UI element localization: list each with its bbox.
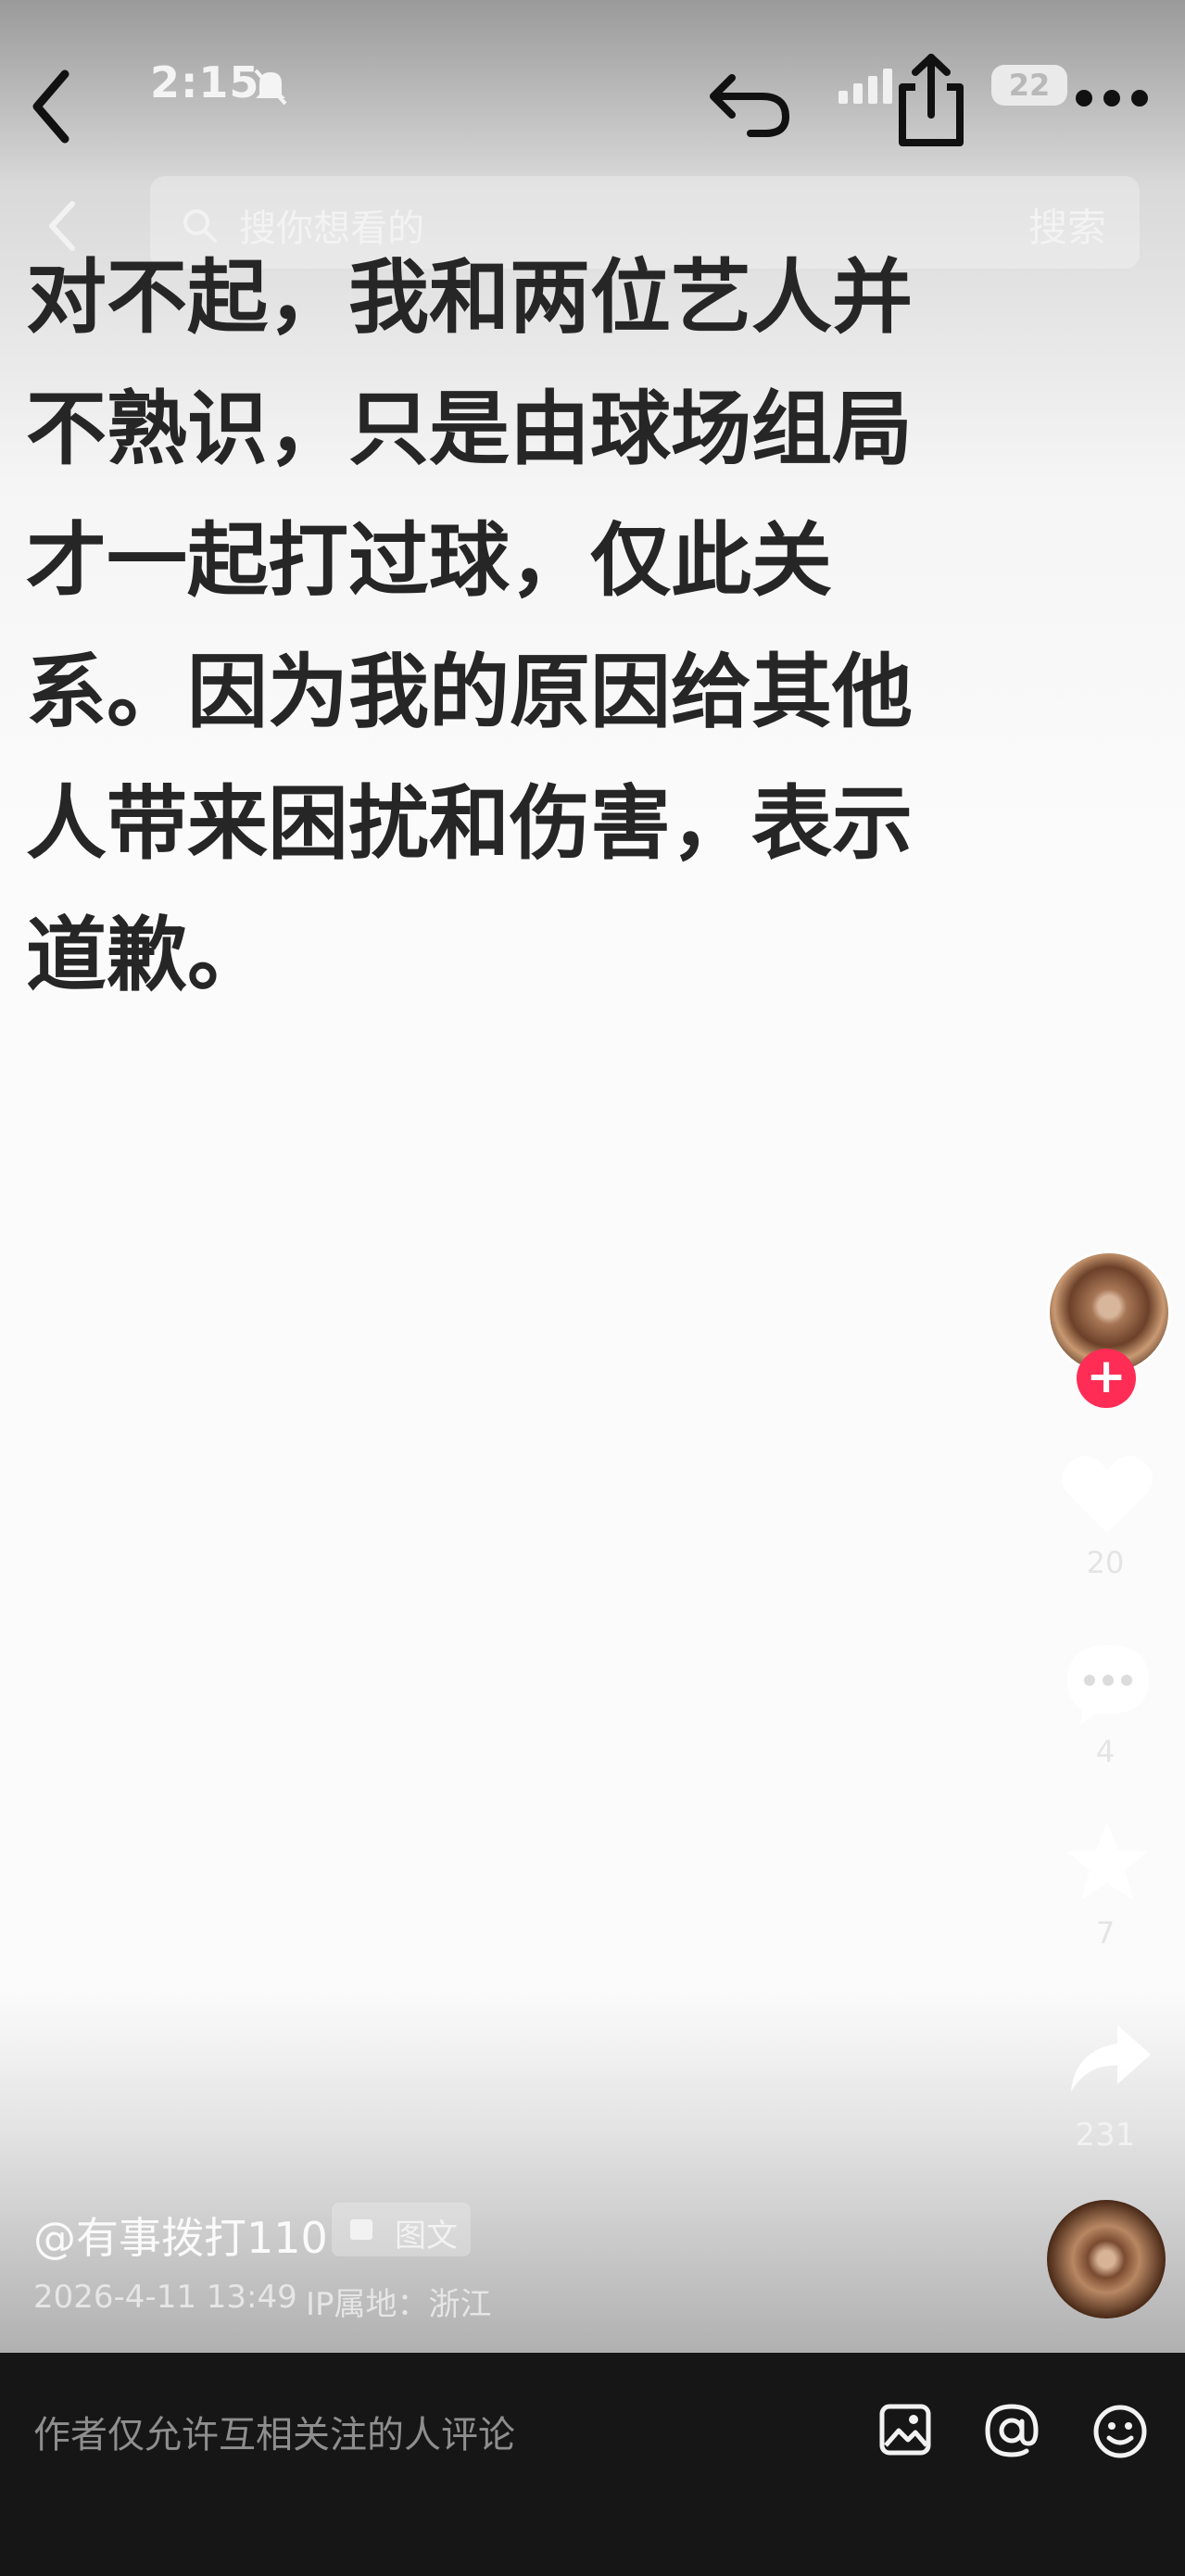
- at-icon[interactable]: [982, 2401, 1041, 2460]
- back-button[interactable]: [17, 56, 96, 157]
- share-box-icon[interactable]: [889, 50, 973, 152]
- like-count: 20: [1086, 1545, 1125, 1580]
- mute-bell-icon: [252, 67, 289, 107]
- ip-location: IP属地：浙江: [306, 2286, 492, 2323]
- share-count: 231: [1075, 2117, 1136, 2154]
- comment-bar: [0, 2353, 1185, 2576]
- status-time: 2:15: [150, 57, 260, 107]
- heart-icon[interactable]: [1059, 1450, 1155, 1539]
- share-arrow-icon[interactable]: [704, 59, 797, 143]
- emoji-icon[interactable]: [1091, 2403, 1149, 2460]
- music-disc[interactable]: [1047, 2200, 1166, 2318]
- post-time: 2026-4-11 13:49: [33, 2279, 297, 2316]
- follow-button[interactable]: +: [1077, 1349, 1136, 1408]
- image-text-icon: [350, 2219, 372, 2240]
- comment-icon[interactable]: [1062, 1640, 1154, 1727]
- star-icon[interactable]: [1063, 1818, 1152, 1905]
- author-handle[interactable]: @有事拨打110: [33, 2205, 328, 2266]
- favorite-count: 7: [1095, 1916, 1116, 1951]
- battery-indicator: 22: [991, 65, 1067, 106]
- post-type-label: 图文: [395, 2218, 458, 2255]
- post-text: 对不起，我和两位艺人并 不熟识，只是由球场组局 才一起打过球，仅此关 系。因为我…: [26, 250, 913, 1002]
- comment-input[interactable]: 作者仅允许互相关注的人评论: [33, 2405, 515, 2458]
- image-icon[interactable]: [878, 2403, 932, 2457]
- comment-count: 4: [1095, 1734, 1116, 1769]
- share-icon[interactable]: [1065, 2019, 1154, 2097]
- back-icon: [32, 69, 69, 144]
- more-icon[interactable]: [1073, 87, 1151, 109]
